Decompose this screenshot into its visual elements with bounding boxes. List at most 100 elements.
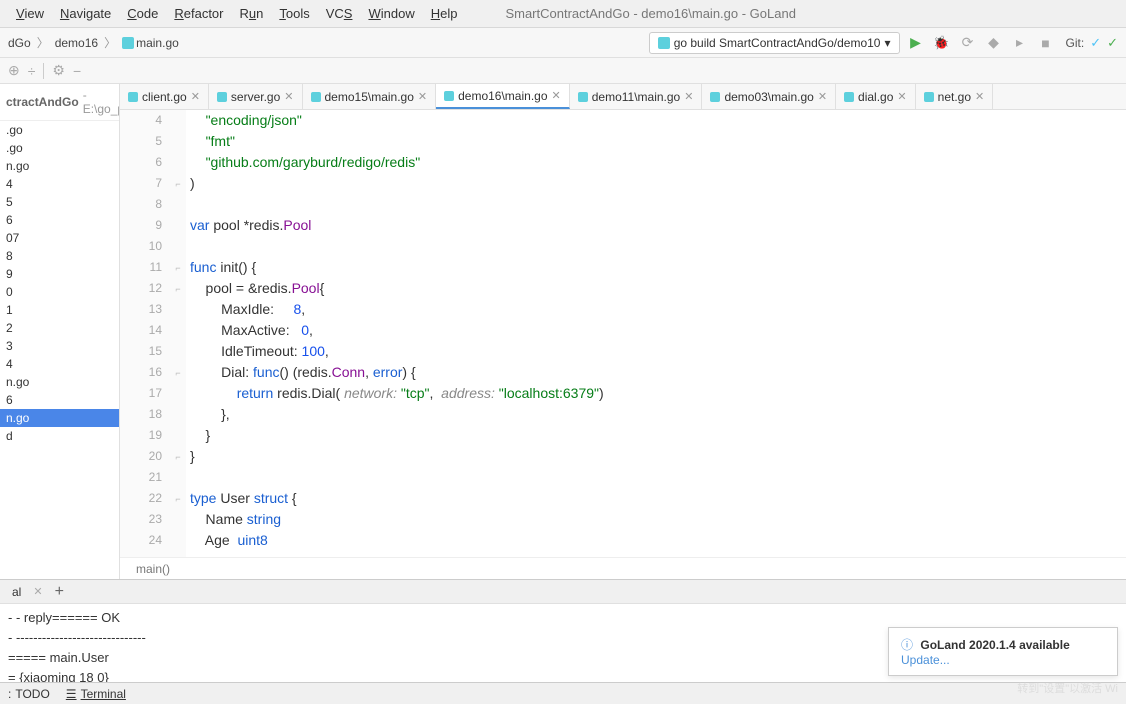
close-tab-icon[interactable]: ✕ — [552, 89, 561, 102]
menu-help[interactable]: Help — [423, 6, 466, 21]
gear-icon[interactable]: ⚙ — [52, 62, 65, 79]
breadcrumb-sep-icon: 〉 — [37, 34, 49, 51]
attach-button[interactable]: ▸ — [1010, 33, 1030, 53]
menu-vcs[interactable]: VCS — [318, 6, 361, 21]
update-notification: ⓘ GoLand 2020.1.4 available Update... — [888, 627, 1118, 676]
navbar-right: go build SmartContractAndGo/demo10 ▾ ▶ 🐞… — [649, 32, 1118, 54]
editor-tab[interactable]: demo15\main.go✕ — [303, 84, 437, 109]
tree-item[interactable]: n.go — [0, 157, 119, 175]
go-file-icon — [710, 92, 720, 102]
go-file-icon — [844, 92, 854, 102]
close-tab-icon[interactable]: ✕ — [418, 90, 427, 103]
go-icon — [658, 37, 670, 49]
tree-item[interactable]: 8 — [0, 247, 119, 265]
close-tab-icon[interactable]: ✕ — [284, 90, 293, 103]
close-tab-icon[interactable]: ✕ — [684, 90, 693, 103]
go-file-icon — [311, 92, 321, 102]
window-title: SmartContractAndGo - demo16\main.go - Go… — [505, 6, 795, 21]
hide-icon[interactable]: − — [73, 63, 81, 79]
editor-tab[interactable]: demo16\main.go✕ — [436, 84, 570, 109]
close-tab-icon[interactable]: ✕ — [897, 90, 906, 103]
editor-tab[interactable]: dial.go✕ — [836, 84, 916, 109]
tree-item[interactable]: 9 — [0, 265, 119, 283]
update-link[interactable]: Update... — [901, 653, 950, 667]
notification-title: GoLand 2020.1.4 available — [920, 638, 1069, 652]
project-tree: .go .go n.go 4 5 6 07 8 9 0 1 2 3 4 n.go… — [0, 121, 119, 445]
menu-refactor[interactable]: Refactor — [166, 6, 231, 21]
tree-item[interactable]: 3 — [0, 337, 119, 355]
menu-run[interactable]: Run — [232, 6, 272, 21]
main-area: ctractAndGo - E:\go_p .go .go n.go 4 5 6… — [0, 84, 1126, 579]
todo-tab[interactable]: : TODO — [8, 687, 50, 701]
code-content[interactable]: "encoding/json" "fmt" "github.com/garybu… — [186, 110, 1126, 557]
run-configuration-select[interactable]: go build SmartContractAndGo/demo10 ▾ — [649, 32, 900, 54]
go-file-icon — [122, 37, 134, 49]
add-terminal-button[interactable]: + — [55, 583, 64, 601]
editor-tab[interactable]: server.go✕ — [209, 84, 303, 109]
menu-code[interactable]: Code — [119, 6, 166, 21]
editor-tab[interactable]: net.go✕ — [916, 84, 994, 109]
tool-window-bar: : TODO ☰ Terminal — [0, 682, 1126, 704]
editor-breadcrumb[interactable]: main() — [120, 557, 1126, 579]
go-file-icon — [924, 92, 934, 102]
editor-tab[interactable]: demo11\main.go✕ — [570, 84, 703, 109]
debug-button[interactable]: 🐞 — [932, 33, 952, 53]
terminal-tab-button[interactable]: ☰ Terminal — [66, 687, 126, 701]
collapse-icon[interactable]: ÷ — [28, 63, 36, 79]
code-editor[interactable]: 456789101112131415161718192021222324 ⌐⌐⌐… — [120, 110, 1126, 557]
stop-button[interactable]: ■ — [1036, 33, 1056, 53]
tree-item[interactable]: d — [0, 427, 119, 445]
go-file-icon — [444, 91, 454, 101]
breadcrumb-folder[interactable]: demo16 — [55, 36, 98, 50]
navigation-bar: dGo 〉 demo16 〉 main.go go build SmartCon… — [0, 28, 1126, 58]
profile-button[interactable]: ◆ — [984, 33, 1004, 53]
terminal-tabs-bar: al ✕ + — [0, 579, 1126, 603]
tree-item[interactable]: 0 — [0, 283, 119, 301]
editor-tab[interactable]: demo03\main.go✕ — [702, 84, 836, 109]
fold-column: ⌐⌐⌐⌐⌐⌐ — [170, 110, 186, 557]
git-update-icon[interactable]: ✓ — [1090, 35, 1101, 51]
menu-view[interactable]: VieVieww — [8, 6, 52, 21]
editor-area: client.go✕server.go✕demo15\main.go✕demo1… — [120, 84, 1126, 579]
tree-item-selected[interactable]: n.go — [0, 409, 119, 427]
menu-tools[interactable]: Tools — [271, 6, 317, 21]
close-terminal-icon[interactable]: ✕ — [33, 585, 42, 598]
tree-item[interactable]: .go — [0, 139, 119, 157]
tree-item[interactable]: 5 — [0, 193, 119, 211]
terminal-tab[interactable]: al — [12, 585, 21, 599]
git-commit-icon[interactable]: ✓ — [1107, 35, 1118, 51]
close-tab-icon[interactable]: ✕ — [191, 90, 200, 103]
run-button[interactable]: ▶ — [906, 33, 926, 53]
editor-tab[interactable]: client.go✕ — [120, 84, 209, 109]
project-root[interactable]: ctractAndGo - E:\go_p — [0, 84, 119, 121]
editor-tabs: client.go✕server.go✕demo15\main.go✕demo1… — [120, 84, 1126, 110]
close-tab-icon[interactable]: ✕ — [818, 90, 827, 103]
tree-item[interactable]: 4 — [0, 355, 119, 373]
tree-item[interactable]: 2 — [0, 319, 119, 337]
expand-icon[interactable]: ⊕ — [8, 62, 20, 79]
info-icon: ⓘ — [901, 638, 913, 652]
menu-window[interactable]: Window — [360, 6, 422, 21]
breadcrumb: dGo 〉 demo16 〉 main.go — [8, 34, 179, 51]
coverage-button[interactable]: ⟳ — [958, 33, 978, 53]
git-label: Git: — [1066, 36, 1085, 50]
tree-item[interactable]: n.go — [0, 373, 119, 391]
tree-item[interactable]: 6 — [0, 391, 119, 409]
windows-watermark-sub: 转到"设置"以激活 Wi — [1017, 680, 1118, 696]
close-tab-icon[interactable]: ✕ — [975, 90, 984, 103]
chevron-down-icon: ▾ — [884, 36, 890, 50]
line-gutter: 456789101112131415161718192021222324 — [120, 110, 170, 557]
go-file-icon — [578, 92, 588, 102]
project-toolbar: ⊕ ÷ ⚙ − — [0, 58, 1126, 84]
tree-item[interactable]: .go — [0, 121, 119, 139]
breadcrumb-root[interactable]: dGo — [8, 36, 31, 50]
breadcrumb-file[interactable]: main.go — [122, 36, 179, 50]
tree-item[interactable]: 4 — [0, 175, 119, 193]
menu-navigate[interactable]: Navigate — [52, 6, 119, 21]
tree-item[interactable]: 6 — [0, 211, 119, 229]
go-file-icon — [128, 92, 138, 102]
go-file-icon — [217, 92, 227, 102]
tree-item[interactable]: 07 — [0, 229, 119, 247]
tree-item[interactable]: 1 — [0, 301, 119, 319]
project-sidebar: ctractAndGo - E:\go_p .go .go n.go 4 5 6… — [0, 84, 120, 579]
